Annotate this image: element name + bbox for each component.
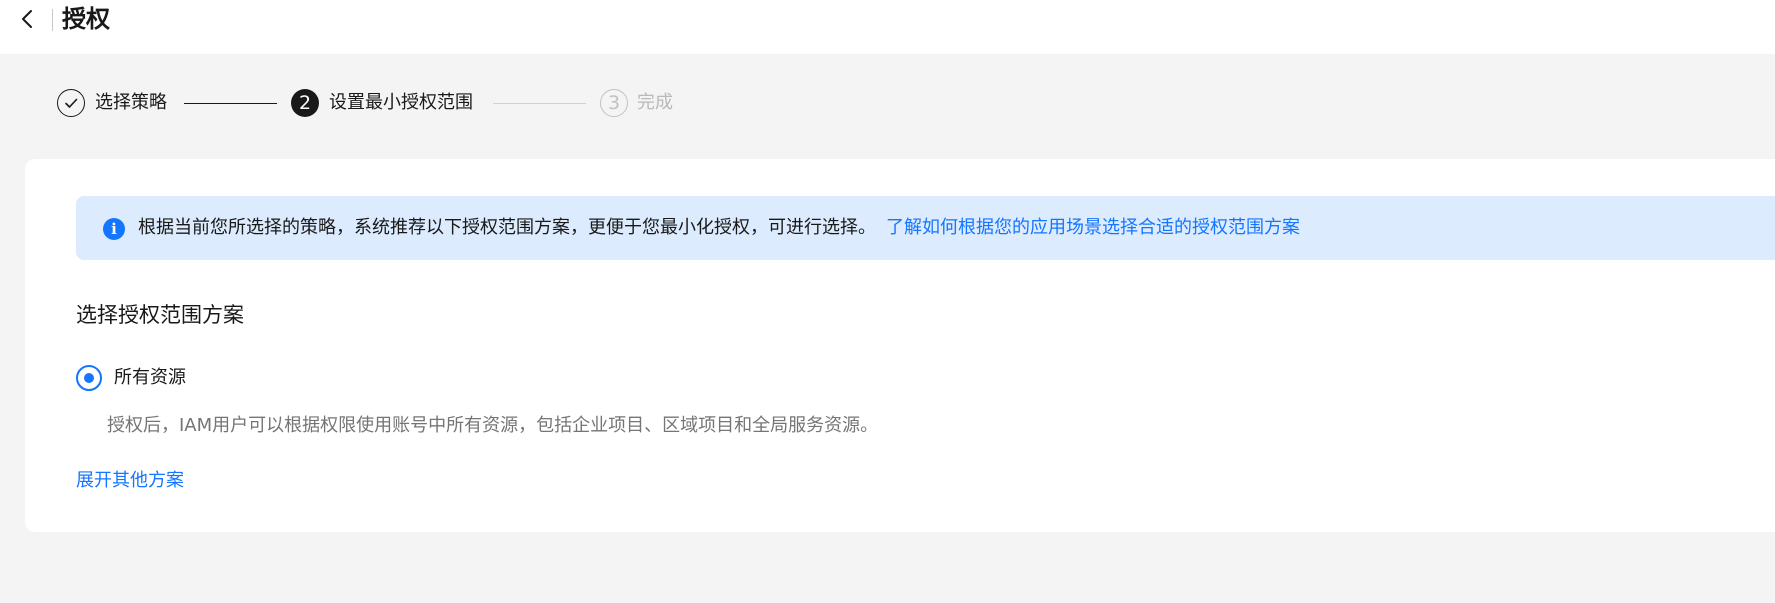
step-1-check-icon <box>57 89 85 117</box>
section-title: 选择授权范围方案 <box>76 303 244 327</box>
title-divider <box>52 9 53 31</box>
step-3-label: 完成 <box>637 92 673 113</box>
option-description: 授权后，IAM用户可以根据权限使用账号中所有资源，包括企业项目、区域项目和全局服… <box>107 415 879 436</box>
info-icon: i <box>103 218 125 240</box>
info-banner-message: 根据当前您所选择的策略，系统推荐以下授权范围方案，更便于您最小化授权，可进行选择… <box>138 217 876 238</box>
radio-option-label[interactable]: 所有资源 <box>114 366 186 390</box>
back-button[interactable] <box>16 7 40 31</box>
step-connector-2 <box>493 103 586 104</box>
step-1-label: 选择策略 <box>95 92 167 113</box>
step-2-number: 2 <box>291 89 319 117</box>
scope-card: i 根据当前您所选择的策略，系统推荐以下授权范围方案，更便于您最小化授权，可进行… <box>25 159 1775 532</box>
scope-help-link[interactable]: 了解如何根据您的应用场景选择合适的授权范围方案 <box>886 217 1300 238</box>
page-title: 授权 <box>62 5 110 33</box>
expand-other-options-link[interactable]: 展开其他方案 <box>76 469 184 493</box>
step-2-label: 设置最小授权范围 <box>329 92 473 113</box>
info-banner: i 根据当前您所选择的策略，系统推荐以下授权范围方案，更便于您最小化授权，可进行… <box>76 196 1775 260</box>
chevron-left-icon <box>22 10 32 28</box>
stepper: 选择策略 2 设置最小授权范围 3 完成 <box>0 86 1775 122</box>
step-3-number: 3 <box>600 89 628 117</box>
radio-selected-dot <box>84 373 94 383</box>
info-banner-text: 根据当前您所选择的策略，系统推荐以下授权范围方案，更便于您最小化授权，可进行选择… <box>138 216 1300 240</box>
step-connector-1 <box>184 103 277 104</box>
radio-button[interactable] <box>76 365 102 391</box>
top-bar: 授权 <box>0 0 1775 54</box>
